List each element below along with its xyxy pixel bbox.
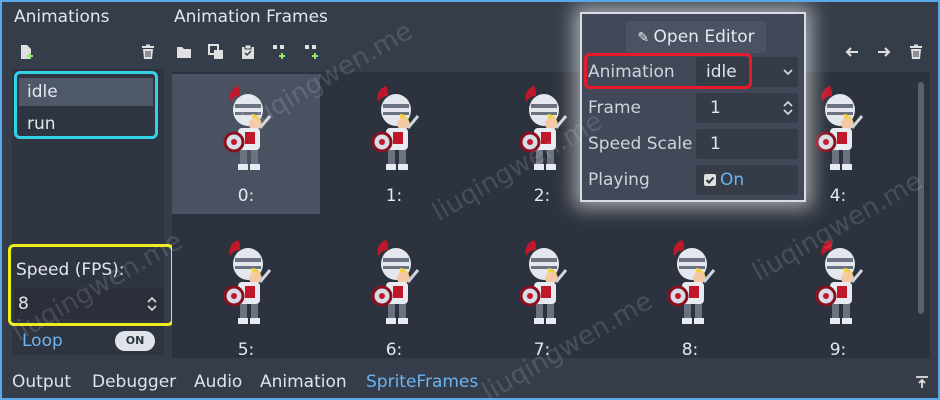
knight-sprite-thumbnail — [810, 84, 866, 174]
insert-frame-before-icon[interactable] — [270, 42, 290, 62]
knight-sprite-thumbnail — [366, 238, 422, 328]
animation-list-highlight — [14, 71, 158, 139]
frame-index-label: 0: — [237, 186, 255, 206]
frames-scrollbar[interactable] — [918, 82, 924, 314]
frame-cell[interactable]: 1: — [320, 74, 468, 214]
frame-cell[interactable]: 9: — [764, 228, 912, 368]
frame-index-label: 9: — [829, 340, 847, 360]
loop-toggle[interactable]: ON — [115, 331, 155, 351]
knight-sprite-thumbnail — [662, 238, 718, 328]
move-right-icon[interactable] — [874, 42, 894, 62]
spinner-arrows-icon[interactable] — [778, 98, 798, 118]
animation-property-highlight — [584, 53, 752, 89]
frame-cell[interactable]: 5: — [172, 228, 320, 368]
loop-label: Loop — [22, 331, 63, 351]
frame-index-label: 5: — [237, 340, 255, 360]
delete-animation-icon[interactable] — [138, 42, 158, 62]
knight-sprite-thumbnail — [366, 84, 422, 174]
tab-output[interactable]: Output — [12, 372, 71, 392]
animations-header: Animations — [14, 7, 110, 27]
load-folder-icon[interactable] — [174, 42, 194, 62]
tab-audio[interactable]: Audio — [194, 372, 242, 392]
speed-scale-property-label: Speed Scale — [588, 134, 693, 154]
move-left-icon[interactable] — [842, 42, 862, 62]
speed-scale-field[interactable]: 1 — [696, 129, 798, 159]
spriteframes-panel: Animations Animation Frames idle run Spe… — [0, 0, 940, 400]
insert-frame-after-icon[interactable] — [302, 42, 322, 62]
duplicate-frame-icon[interactable] — [206, 42, 226, 62]
tab-animation[interactable]: Animation — [260, 372, 347, 392]
speed-highlight — [8, 244, 174, 326]
chevron-down-icon — [778, 62, 798, 82]
animation-frames-header: Animation Frames — [174, 7, 328, 27]
delete-frame-icon[interactable] — [906, 42, 926, 62]
pencil-icon: ✎ — [637, 30, 654, 46]
frame-cell[interactable]: 0: — [172, 74, 320, 214]
knight-sprite-thumbnail — [218, 84, 274, 174]
tab-debugger[interactable]: Debugger — [92, 372, 176, 392]
open-editor-button[interactable]: ✎ Open Editor — [626, 21, 766, 53]
frame-cell[interactable]: 6: — [320, 228, 468, 368]
knight-sprite-thumbnail — [218, 238, 274, 328]
checkbox-checked-icon — [700, 170, 720, 190]
knight-sprite-thumbnail — [514, 238, 570, 328]
frame-index-label: 1: — [385, 186, 403, 206]
knight-sprite-thumbnail — [810, 238, 866, 328]
frame-cell[interactable]: 7: — [468, 228, 616, 368]
knight-sprite-thumbnail — [514, 84, 570, 174]
frame-index-label: 6: — [385, 340, 403, 360]
speed-scale-value: 1 — [710, 134, 721, 154]
frame-property-label: Frame — [588, 98, 641, 118]
frame-cell[interactable]: 8: — [616, 228, 764, 368]
open-editor-label: Open Editor — [653, 27, 755, 47]
inspector-popup: ✎ Open Editor Animation idle Frame 1 Spe… — [580, 12, 806, 202]
frame-field[interactable]: 1 — [696, 93, 798, 123]
tab-spriteframes[interactable]: SpriteFrames — [366, 372, 478, 392]
frame-index-label: 8: — [681, 340, 699, 360]
paste-frame-icon[interactable] — [238, 42, 258, 62]
frame-index-label: 7: — [533, 340, 551, 360]
frame-value: 1 — [710, 98, 721, 118]
new-animation-icon[interactable] — [16, 42, 36, 62]
expand-panel-icon[interactable] — [912, 372, 932, 392]
playing-value: On — [720, 170, 745, 190]
playing-property-label: Playing — [588, 170, 650, 190]
playing-checkbox[interactable]: On — [696, 165, 798, 195]
